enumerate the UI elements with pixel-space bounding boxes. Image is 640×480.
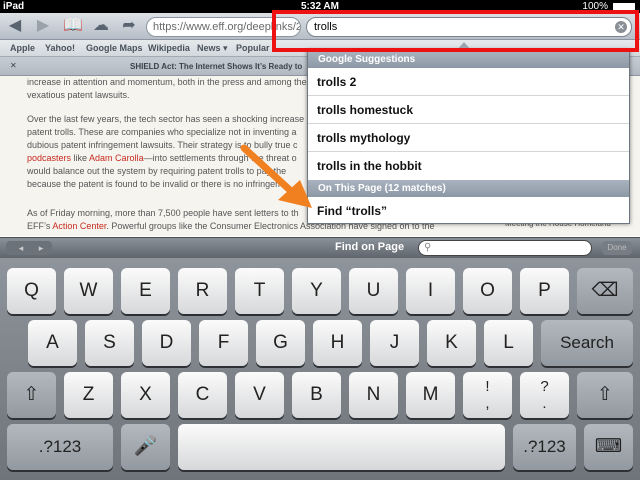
battery-icon (613, 3, 635, 11)
suggestion-item[interactable]: trolls 2 (308, 68, 629, 96)
key-i[interactable]: I (406, 268, 455, 314)
article-paragraph: increase in attention and momentum, both… (27, 76, 327, 102)
key-q[interactable]: Q (7, 268, 56, 314)
key-a[interactable]: A (28, 320, 77, 366)
key-h[interactable]: H (313, 320, 362, 366)
find-on-page-label: Find on Page (335, 241, 405, 253)
numbers-key-left[interactable]: .?123 (7, 424, 113, 470)
search-suggestions-popover: Google Suggestions trolls 2 trolls homes… (307, 42, 630, 225)
key-s[interactable]: S (85, 320, 134, 366)
chevron-left-icon: ◂ (18, 243, 24, 253)
find-on-page-input[interactable]: ⚲ (418, 240, 592, 256)
bookmark-item[interactable]: Apple (10, 43, 35, 53)
tab-title[interactable]: SHIELD Act: The Internet Shows It’s Read… (130, 62, 302, 71)
article-text: patent trolls. These are companies who s… (27, 127, 297, 137)
key-c[interactable]: C (178, 372, 227, 418)
shift-arrow-icon: ⇧ (597, 384, 613, 405)
key-l[interactable]: L (484, 320, 533, 366)
magnifier-icon: ⚲ (424, 242, 432, 253)
key-e[interactable]: E (121, 268, 170, 314)
backspace-icon: ⌫ (591, 280, 619, 301)
suggestion-item[interactable]: trolls homestuck (308, 96, 629, 124)
on-screen-keyboard: Q W E R T Y U I O P ⌫ A S D F G H J K L … (0, 258, 640, 480)
key-w[interactable]: W (64, 268, 113, 314)
article-text: increase in attention and momentum, both… (27, 77, 307, 100)
space-bar[interactable] (178, 424, 505, 470)
shift-arrow-icon: ⇧ (23, 384, 40, 405)
key-bottom-glyph: , (485, 395, 490, 412)
bookmark-item[interactable]: Popular (236, 43, 270, 53)
book-icon[interactable]: 📖 (62, 16, 84, 36)
key-z[interactable]: Z (64, 372, 113, 418)
hide-keyboard-icon: ⌨ (594, 436, 623, 457)
search-key[interactable]: Search (541, 320, 633, 366)
google-suggestions-header: Google Suggestions (308, 51, 629, 68)
key-top-glyph: ! (485, 378, 490, 395)
key-v[interactable]: V (235, 372, 284, 418)
search-input-value: trolls (314, 21, 338, 33)
article-link[interactable]: podcasters (27, 153, 71, 163)
key-j[interactable]: J (370, 320, 419, 366)
key-question-period[interactable]: ?. (520, 372, 569, 418)
shift-key-left[interactable]: ⇧ (7, 372, 56, 418)
article-link[interactable]: Adam Carolla (89, 153, 144, 163)
key-y[interactable]: Y (292, 268, 341, 314)
key-f[interactable]: F (199, 320, 248, 366)
popover-arrow (456, 42, 472, 51)
numbers-key-right[interactable]: .?123 (513, 424, 576, 470)
key-m[interactable]: M (406, 372, 455, 418)
clock: 5:32 AM (301, 1, 339, 12)
article-text: Over the last few years, the tech sector… (27, 114, 305, 124)
on-this-page-header: On This Page (12 matches) (308, 180, 629, 197)
backspace-key[interactable]: ⌫ (577, 268, 633, 314)
search-input[interactable]: trolls ✕ (306, 17, 632, 37)
status-bar: iPad 5:32 AM 100% (0, 0, 640, 13)
battery-percent: 100% (582, 1, 608, 12)
close-tab-icon[interactable]: ✕ (10, 61, 17, 70)
microphone-icon: 🎤 (133, 436, 158, 457)
bookmark-item[interactable]: Wikipedia (148, 43, 190, 53)
key-x[interactable]: X (121, 372, 170, 418)
article-text: EFF’s (27, 221, 53, 231)
suggestion-item[interactable]: trolls mythology (308, 124, 629, 152)
done-button[interactable]: Done (602, 241, 632, 255)
article-link[interactable]: Action Center (52, 221, 106, 231)
find-on-page-bar: ◂ ▸ Find on Page ⚲ Done (0, 237, 640, 258)
key-u[interactable]: U (349, 268, 398, 314)
cloud-icon[interactable]: ☁ (90, 16, 112, 36)
chevron-right-icon: ▸ (38, 243, 44, 253)
bookmark-item[interactable]: Yahoo! (45, 43, 75, 53)
key-t[interactable]: T (235, 268, 284, 314)
forward-arrow-icon[interactable]: ▶ (32, 16, 54, 36)
key-b[interactable]: B (292, 372, 341, 418)
key-o[interactable]: O (463, 268, 512, 314)
hide-keyboard-key[interactable]: ⌨ (584, 424, 633, 470)
annotation-arrow-icon (240, 144, 312, 208)
shift-key-right[interactable]: ⇧ (577, 372, 633, 418)
suggestion-item[interactable]: trolls in the hobbit (308, 152, 629, 180)
key-d[interactable]: D (142, 320, 191, 366)
clear-search-icon[interactable]: ✕ (615, 21, 627, 33)
bookmark-item[interactable]: News ▾ (197, 43, 228, 54)
dictation-key[interactable]: 🎤 (121, 424, 170, 470)
find-on-page-item[interactable]: Find “trolls” (308, 197, 629, 225)
back-arrow-icon[interactable]: ◀ (4, 16, 26, 36)
key-g[interactable]: G (256, 320, 305, 366)
key-p[interactable]: P (520, 268, 569, 314)
key-top-glyph: ? (540, 378, 549, 395)
share-icon[interactable]: ➦ (118, 16, 140, 36)
bookmark-item[interactable]: Google Maps (86, 43, 143, 53)
address-bar[interactable]: https://www.eff.org/deeplinks/201 (146, 17, 301, 37)
article-text: like (71, 153, 90, 163)
key-bottom-glyph: . (542, 395, 547, 412)
key-n[interactable]: N (349, 372, 398, 418)
key-exclamation-comma[interactable]: !, (463, 372, 512, 418)
browser-toolbar: ◀ ▶ 📖 ☁ ➦ https://www.eff.org/deeplinks/… (0, 13, 640, 40)
key-r[interactable]: R (178, 268, 227, 314)
find-next-button[interactable]: ▸ (30, 241, 52, 255)
key-k[interactable]: K (427, 320, 476, 366)
